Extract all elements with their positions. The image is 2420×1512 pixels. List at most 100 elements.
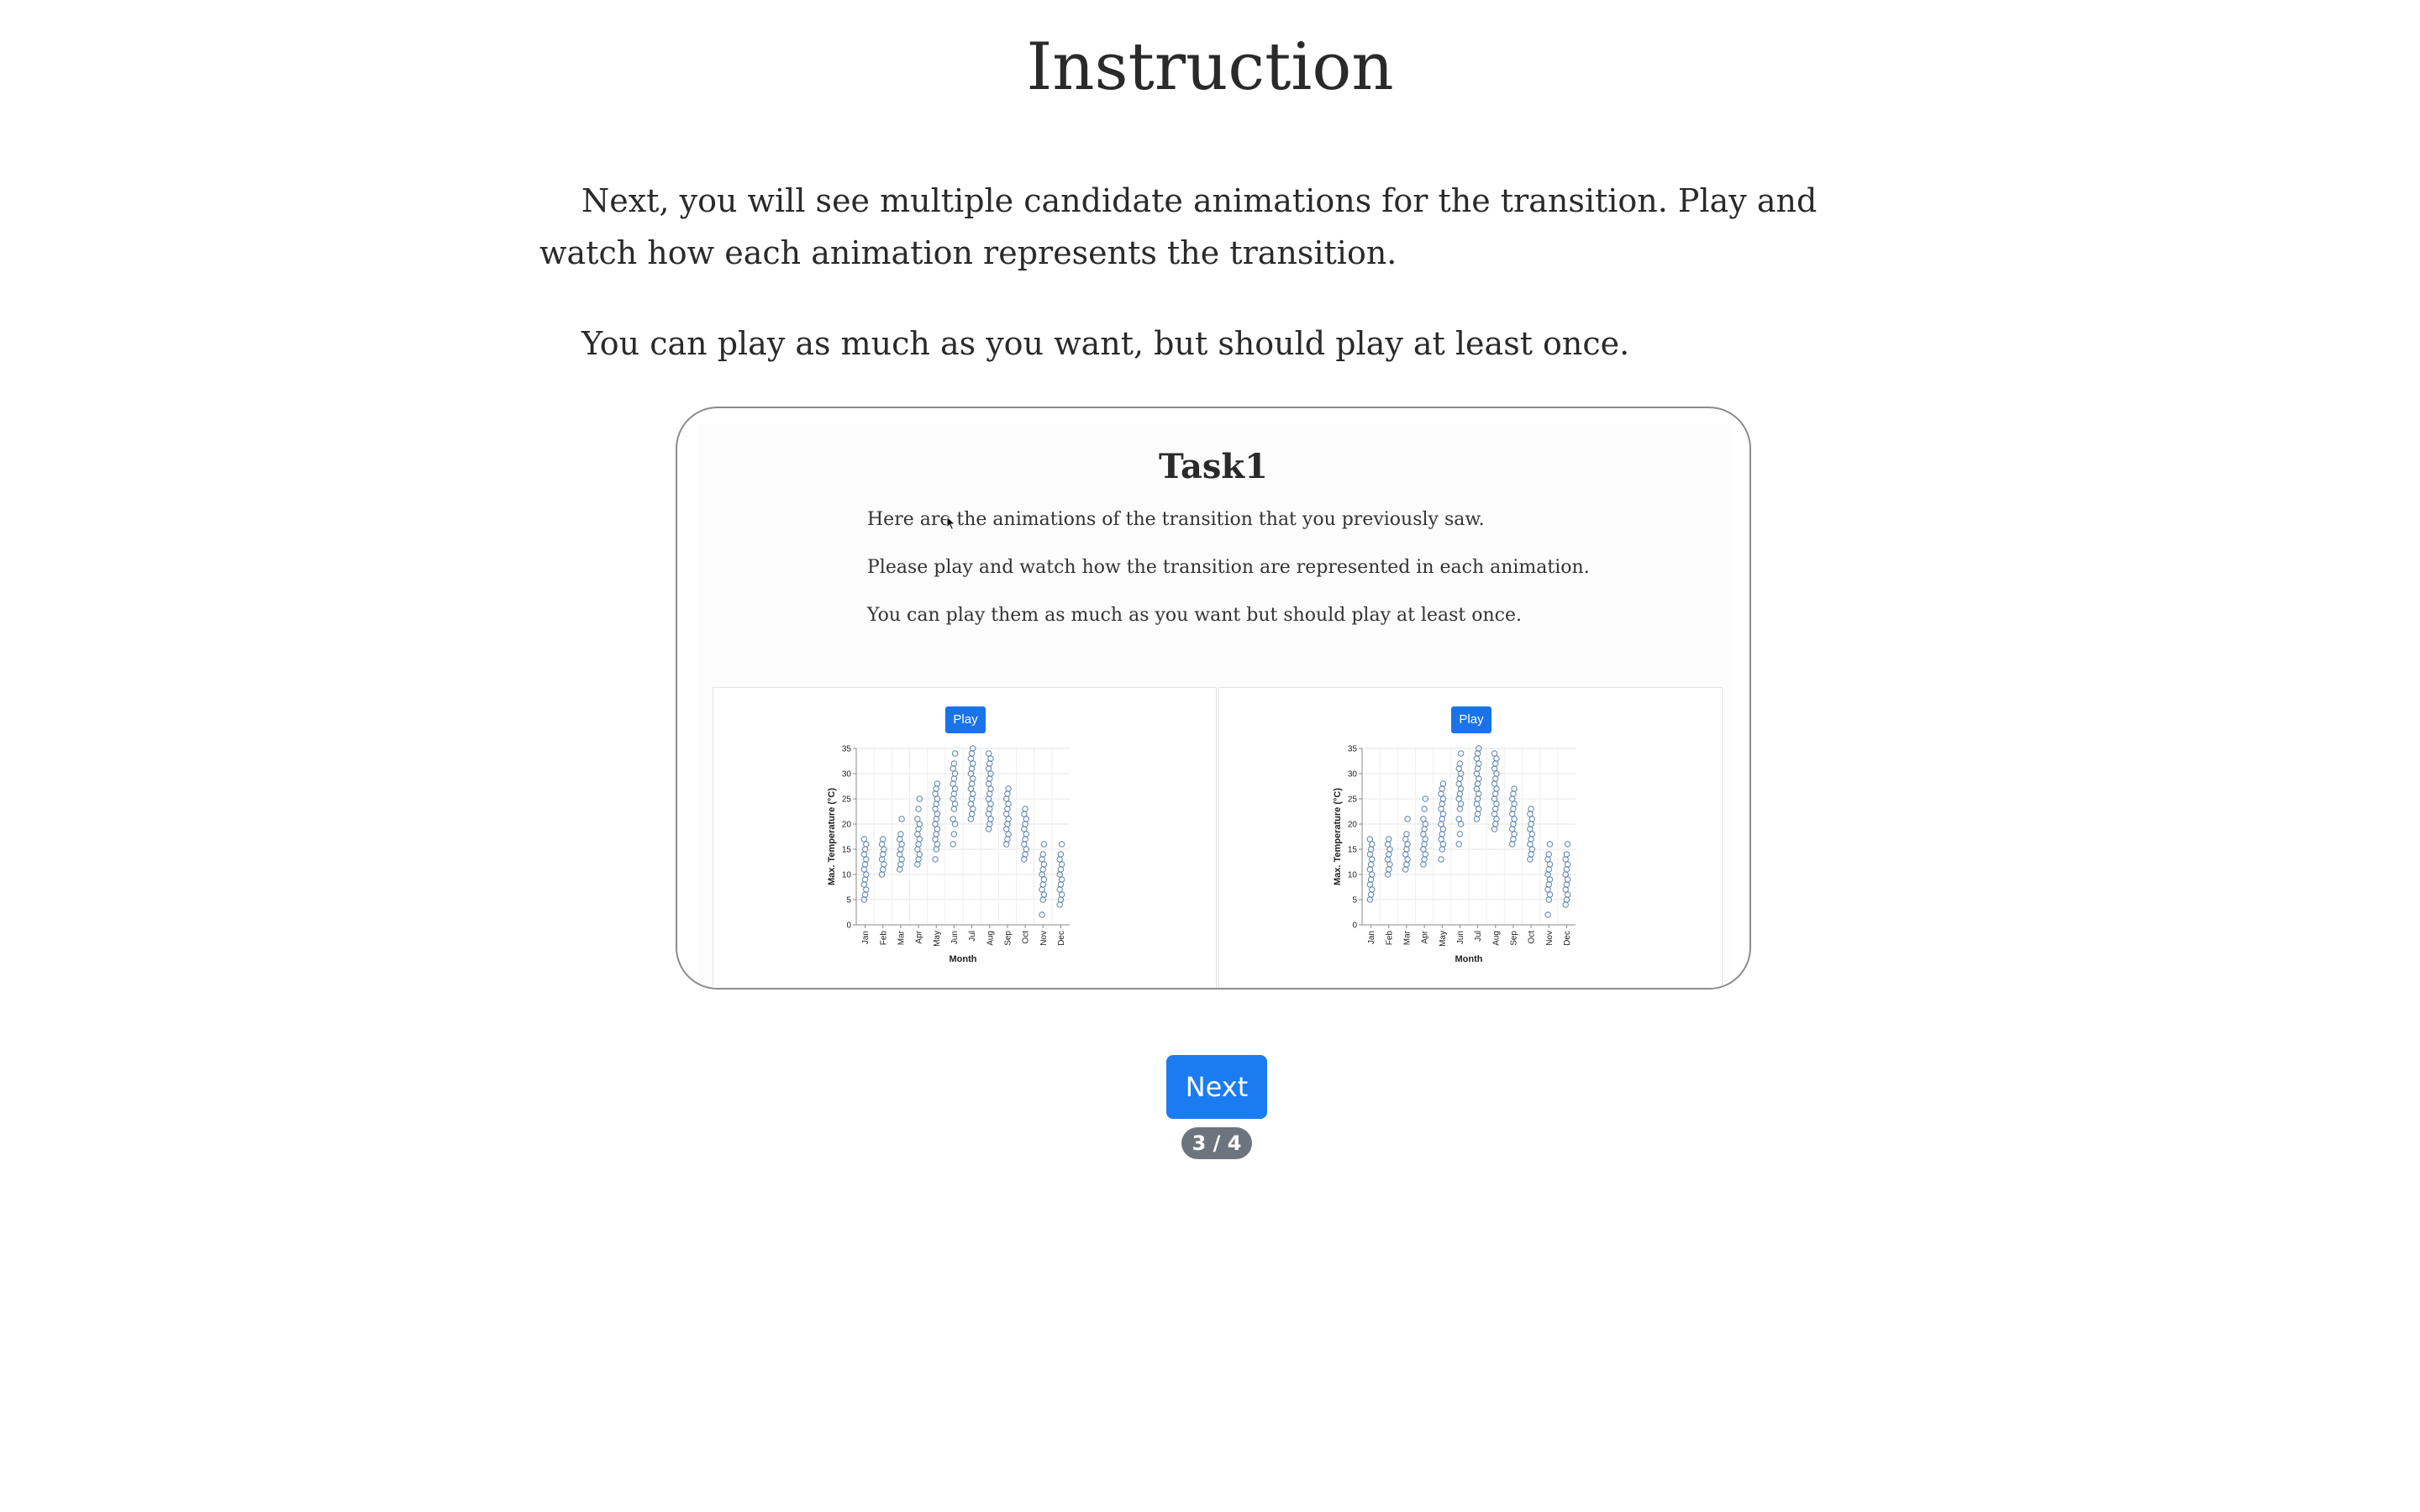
- play-button-2[interactable]: Play: [1451, 706, 1491, 733]
- scatter-point: [1403, 861, 1410, 868]
- scatter-point: [950, 790, 958, 797]
- scatter-point: [1422, 851, 1429, 858]
- scatter-point: [1493, 755, 1500, 762]
- scatter-point: [1527, 826, 1534, 832]
- scatter-point: [1546, 876, 1554, 883]
- scatter-point: [968, 811, 976, 817]
- scatter-point: [1366, 851, 1374, 858]
- scatter-point: [951, 785, 959, 792]
- scatter-point: [1421, 856, 1428, 863]
- y-tick-label: 15: [842, 846, 852, 855]
- scatter-point: [1563, 851, 1570, 858]
- scatter-point: [915, 826, 922, 832]
- scatter-point: [1564, 891, 1571, 898]
- scatter-point: [1527, 841, 1534, 848]
- scatter-point: [950, 780, 956, 787]
- x-axis-title: Month: [1455, 954, 1483, 964]
- x-tick-label: Jul: [968, 931, 977, 942]
- scatter-point: [1473, 755, 1481, 762]
- scatter-point: [863, 856, 870, 863]
- scatter-point: [1508, 841, 1516, 848]
- scatter-point: [897, 861, 904, 868]
- scatter-point: [967, 801, 975, 807]
- scatter-point: [1402, 851, 1409, 858]
- scatter-point: [1456, 775, 1464, 782]
- task-preview-content: Task1 Here are the animations of the tra…: [697, 423, 1729, 988]
- scatter-point: [950, 775, 958, 782]
- scatter-point: [1384, 841, 1392, 848]
- scatter-point: [881, 861, 887, 868]
- scatter-point: [863, 886, 870, 893]
- scatter-point: [1058, 876, 1065, 883]
- scatter-point: [1005, 816, 1012, 822]
- scatter-point: [970, 806, 976, 812]
- scatter-point: [1508, 811, 1516, 817]
- scatter-point: [860, 836, 868, 843]
- x-tick-label: Sep: [1509, 931, 1518, 946]
- scatter-point: [1544, 856, 1551, 863]
- scatter-point: [1562, 886, 1569, 893]
- scatter-point: [1546, 891, 1554, 898]
- scatter-point: [1386, 861, 1393, 868]
- scatter-point: [896, 851, 903, 858]
- scatter-point: [1511, 831, 1518, 837]
- scatter-point: [1438, 836, 1444, 843]
- scatter-point: [1544, 886, 1551, 893]
- scatter-point: [1455, 841, 1462, 848]
- y-tick-label: 5: [1352, 896, 1357, 906]
- scatter-point: [880, 851, 886, 858]
- scatter-point: [933, 801, 940, 807]
- animation-panel-2: Play 0 5 10 15 20 25 30 35 Jan Feb Mar Apr May Jun Jul…: [1218, 687, 1723, 988]
- scatter-point: [1491, 811, 1498, 817]
- scatter-point: [898, 816, 905, 822]
- scatter-point: [1546, 861, 1554, 868]
- x-tick-label: Oct: [1528, 931, 1537, 944]
- scatter-point: [1039, 881, 1046, 888]
- scatter-point: [1005, 831, 1012, 837]
- scatter-point: [1545, 866, 1552, 873]
- next-button[interactable]: Next: [1166, 1055, 1267, 1119]
- y-tick-label: 0: [846, 921, 851, 931]
- scatter-point: [1528, 836, 1534, 843]
- scatter-point: [951, 750, 959, 757]
- scatter-point: [1492, 760, 1499, 767]
- scatter-point: [970, 760, 976, 767]
- scatter-point: [1058, 861, 1065, 868]
- scatter-point: [967, 816, 975, 822]
- scatter-point: [915, 856, 922, 863]
- scatter-point: [932, 806, 939, 812]
- scatter-point: [1456, 760, 1464, 767]
- scatter-point: [1402, 866, 1409, 873]
- scatter-point: [932, 790, 939, 797]
- scatter-point: [1438, 806, 1444, 812]
- y-tick-label: 0: [1352, 921, 1357, 931]
- scatter-point: [1491, 780, 1498, 787]
- scatter-point: [1367, 891, 1375, 898]
- scatter-point: [1455, 780, 1462, 787]
- scatter-point: [1455, 765, 1462, 772]
- task-instruction-line-1: Here are the animations of the transitio…: [867, 509, 1485, 530]
- scatter-point: [1439, 811, 1447, 817]
- scatter-point: [1369, 856, 1376, 863]
- scatter-point: [1004, 806, 1011, 812]
- scatter-point: [1057, 866, 1065, 873]
- scatter-point: [1455, 816, 1462, 822]
- scatter-point: [1386, 866, 1392, 873]
- play-button-1[interactable]: Play: [945, 706, 986, 733]
- x-tick-label: Apr: [915, 930, 924, 943]
- scatter-point: [1492, 790, 1499, 797]
- x-tick-label: Jul: [1474, 931, 1483, 942]
- scatter-point: [1005, 801, 1012, 807]
- animation-panel-1: Play 0 5 10 15 20 25 30 35 Jan Feb Mar Apr May Jun Jul…: [713, 687, 1217, 988]
- scatter-point: [1476, 775, 1482, 782]
- scatter-point: [1005, 785, 1012, 792]
- scatter-point: [1564, 876, 1571, 883]
- scatter-point: [1369, 886, 1376, 893]
- scatter-point: [1510, 806, 1517, 812]
- x-tick-label: Jan: [861, 931, 871, 944]
- scatter-point: [985, 750, 992, 757]
- scatter-point: [878, 856, 886, 863]
- x-tick-label: May: [1439, 931, 1448, 947]
- scatter-point: [1457, 750, 1465, 757]
- y-tick-label: 10: [842, 871, 852, 880]
